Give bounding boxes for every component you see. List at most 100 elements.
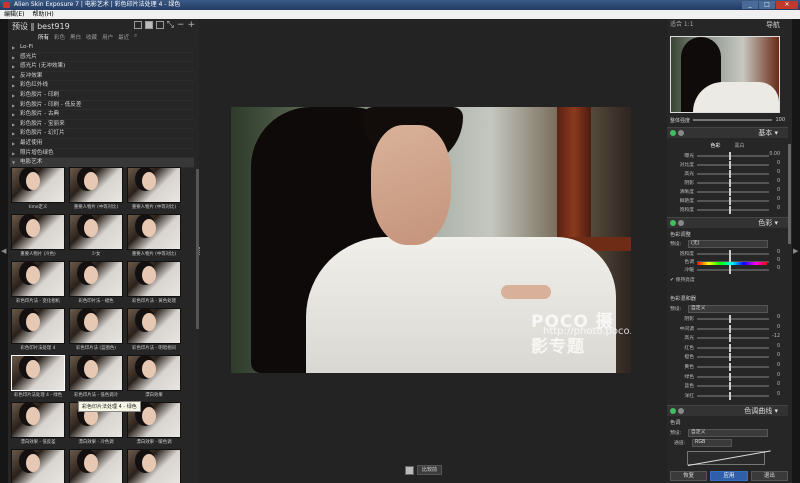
slider-value[interactable]: 0: [777, 170, 780, 175]
slider-knob[interactable]: [729, 343, 731, 352]
tree-item[interactable]: 反冲效果: [10, 72, 194, 82]
tab-color[interactable]: 彩色: [54, 33, 65, 42]
exit-button[interactable]: 退出: [750, 471, 788, 481]
thumbnail-image[interactable]: [127, 308, 181, 344]
toggle-on-icon[interactable]: [670, 408, 676, 414]
preset-thumbnail[interactable]: 重要人物片 (中等对比): [127, 214, 181, 260]
slider-value[interactable]: 0: [777, 344, 780, 349]
slider-knob[interactable]: [729, 206, 731, 214]
preset-thumbnail[interactable]: 彩色印片法 - 低色调冷: [69, 355, 123, 401]
menu-edit[interactable]: 编辑(E): [4, 10, 24, 19]
curves-section-header[interactable]: 色调曲线 ▾: [667, 405, 788, 416]
thumbnail-image[interactable]: [69, 449, 123, 483]
tab-favorites[interactable]: 收藏: [86, 33, 97, 42]
left-collapse-edge[interactable]: ◀: [0, 19, 8, 483]
preset-thumbnail[interactable]: 彩色印片法 - 明暗相间: [127, 308, 181, 354]
slider-track[interactable]: [697, 385, 769, 388]
tab-user[interactable]: 用户: [102, 33, 113, 42]
preset-thumbnail[interactable]: 重要人物片 (冷色): [11, 214, 65, 260]
slider-track[interactable]: [697, 337, 769, 340]
slider-value[interactable]: 0: [777, 206, 780, 211]
slider-track[interactable]: [697, 191, 769, 193]
toggle-on-icon[interactable]: [670, 220, 676, 226]
basic-section-header[interactable]: 基本 ▾: [667, 127, 788, 138]
thumbnail-image[interactable]: [11, 449, 65, 483]
slider-value[interactable]: 0: [777, 250, 780, 255]
reset-icon[interactable]: [678, 130, 684, 136]
reset-icon[interactable]: [678, 408, 684, 414]
preset-thumbnail[interactable]: 重要人物片 (中等对比): [127, 167, 181, 213]
color-section-header[interactable]: 色彩 ▾: [667, 217, 788, 228]
slider-track[interactable]: [697, 356, 769, 359]
thumbnail-image[interactable]: [127, 261, 181, 297]
adjust-scrollbar[interactable]: [788, 144, 791, 244]
maximize-button[interactable]: □: [759, 1, 775, 9]
tree-item[interactable]: 感光片 (无冲效果): [10, 62, 194, 72]
slider-knob[interactable]: [729, 372, 731, 381]
zoom-controls[interactable]: 适合 1:1: [670, 21, 694, 28]
slider-value[interactable]: 0: [777, 353, 780, 358]
preset-thumbnail[interactable]: 漂白效果 - 低反差: [11, 402, 65, 448]
tree-item[interactable]: Lo-Fi: [10, 43, 194, 53]
tree-item[interactable]: 感光片: [10, 53, 194, 63]
slider-knob[interactable]: [729, 324, 731, 333]
thumbnail-image[interactable]: [11, 214, 65, 250]
close-button[interactable]: ✕: [776, 1, 798, 9]
preset-thumbnail[interactable]: 重要人物片 (中等对比): [69, 167, 123, 213]
slider-track[interactable]: [697, 327, 769, 330]
slider-knob[interactable]: [729, 353, 731, 362]
thumbnail-image[interactable]: [127, 167, 181, 203]
slider-value[interactable]: 0: [777, 161, 780, 166]
list-view-icon[interactable]: [144, 21, 153, 29]
collapse-icon[interactable]: ⤡: [167, 21, 174, 30]
thumbnail-image[interactable]: [69, 308, 123, 344]
right-collapse-edge[interactable]: ▶: [792, 19, 800, 483]
slider-knob[interactable]: [729, 197, 731, 205]
slider-track[interactable]: [697, 269, 769, 271]
slider-value[interactable]: 0: [777, 179, 780, 184]
slider-track[interactable]: [697, 394, 769, 397]
reset-button[interactable]: 恢复: [670, 471, 708, 481]
tree-item[interactable]: 彩色胶片 - 印刷 - 低反差: [10, 101, 194, 111]
detail-view-icon[interactable]: [155, 21, 164, 29]
menu-help[interactable]: 帮助(H): [32, 10, 53, 19]
preset-thumbnail[interactable]: 漂白效果 - 蓝色: [11, 449, 65, 483]
preset-thumbnail[interactable]: 彩色印片法 - 黄色处理: [127, 261, 181, 307]
slider-value[interactable]: 0: [777, 392, 780, 397]
slider-value[interactable]: 0: [777, 382, 780, 387]
slider-knob[interactable]: [729, 179, 731, 187]
channel-select[interactable]: RGB: [692, 439, 732, 447]
mixer-preset-select[interactable]: 自定义: [688, 305, 768, 313]
tab-basic-bw[interactable]: 黑白: [735, 142, 745, 150]
grid-view-icon[interactable]: [133, 21, 142, 29]
thumbnail-image[interactable]: [11, 261, 65, 297]
slider-track[interactable]: [697, 200, 769, 202]
slider-track[interactable]: [697, 182, 769, 184]
arrow-right-icon[interactable]: ▶: [793, 247, 798, 255]
slider-knob[interactable]: [729, 188, 731, 196]
preset-thumbnail[interactable]: time定义: [11, 167, 65, 213]
preset-thumbnail[interactable]: 少女: [69, 214, 123, 260]
slider-track[interactable]: [697, 346, 769, 349]
tree-item[interactable]: 彩色胶片 - 古典: [10, 110, 194, 120]
tab-all[interactable]: 所有: [38, 33, 49, 42]
slider-track[interactable]: [697, 253, 769, 255]
preset-thumbnail[interactable]: 漂白效果 - 增色: [69, 449, 123, 483]
slider-track[interactable]: [697, 173, 769, 175]
keep-luminance-checkbox[interactable]: ✔ 保持亮度: [670, 276, 695, 283]
preset-thumbnail[interactable]: 漂白效果 - 褪色: [127, 449, 181, 483]
slider-track[interactable]: [697, 155, 769, 157]
thumbnail-image[interactable]: [69, 167, 123, 203]
slider-value[interactable]: 0: [777, 258, 780, 263]
slider-knob[interactable]: [729, 250, 731, 258]
slider-value[interactable]: 0: [777, 315, 780, 320]
preset-thumbnail[interactable]: 彩色印片法处理 4 - 绿色: [11, 355, 65, 401]
slider-knob[interactable]: [729, 363, 731, 371]
slider-value[interactable]: -12: [772, 334, 780, 339]
tree-item[interactable]: 彩色胶片 - 幻灯片: [10, 129, 194, 139]
slider-knob[interactable]: [729, 334, 731, 343]
remove-preset-icon[interactable]: −: [177, 21, 185, 30]
slider-value[interactable]: 0: [777, 325, 780, 330]
preset-thumbnail[interactable]: 彩色印片法处理 4: [11, 308, 65, 354]
slider-knob[interactable]: [729, 266, 731, 274]
